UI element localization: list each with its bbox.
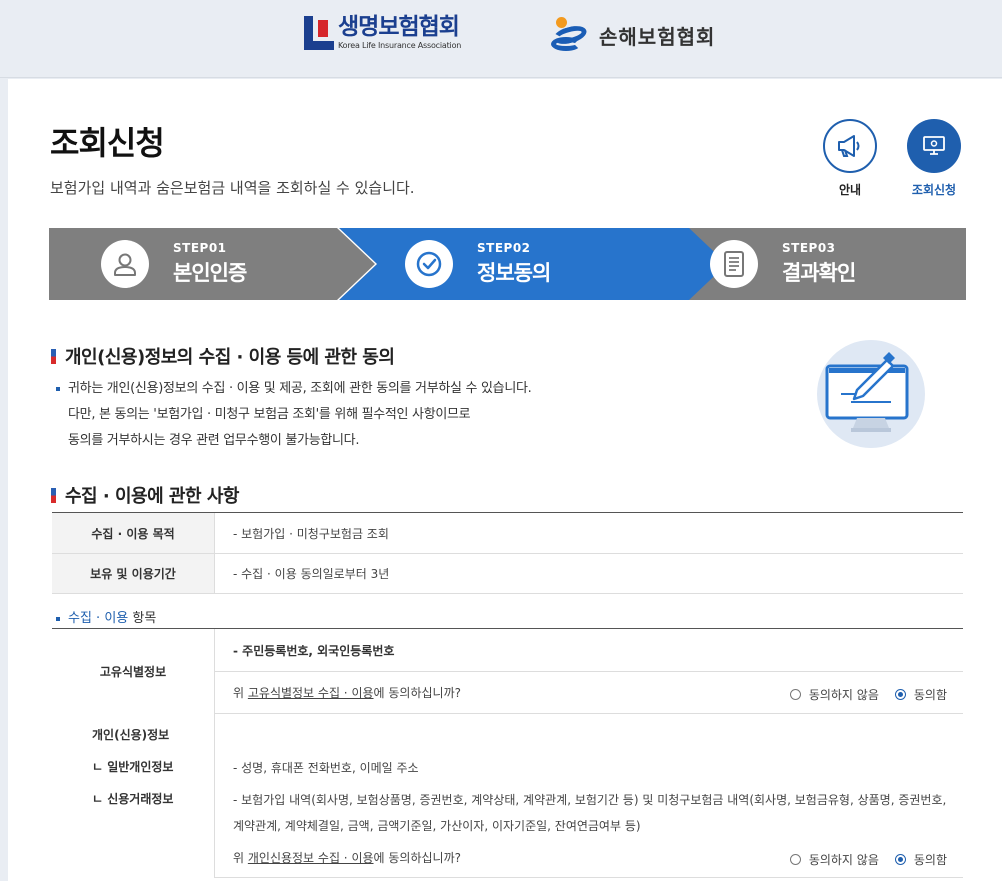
collection-section-title: 수집 · 이용에 관한 사항	[51, 482, 239, 508]
consent-line-1: 귀하는 개인(신용)정보의 수집 · 이용 및 제공, 조회에 관한 동의를 거…	[56, 377, 532, 396]
general-personal-info-value: - 성명, 휴대폰 전화번호, 이메일 주소	[233, 761, 419, 775]
disagree-label: 동의하지 않음	[808, 853, 879, 867]
personal-credit-consent-block: 개인(신용)정보 ㄴ 일반개인정보 ㄴ 신용거래정보 - 성명, 휴대폰 전화번…	[52, 714, 963, 878]
agree-label: 동의함	[913, 688, 947, 702]
question-prefix: 위	[233, 686, 248, 700]
section-marker-icon	[51, 348, 56, 364]
unique-id-agree-option[interactable]: 동의함	[894, 686, 947, 703]
radio-disagree[interactable]	[789, 854, 801, 865]
unique-id-label-cell: 고유식별정보	[52, 629, 215, 714]
consent-section-title: 개인(신용)정보의 수집 · 이용 등에 관한 동의	[51, 343, 395, 369]
credit-transaction-info-value-line1: - 보험가입 내역(회사명, 보험상품명, 증권번호, 계약상태, 계약관계, …	[233, 793, 947, 807]
unique-id-label: 고유식별정보	[99, 665, 167, 679]
collection-items-label-rest: 항목	[128, 611, 157, 626]
personal-credit-question: 위 개인신용정보 수집 · 이용에 동의하십니까?	[233, 849, 461, 866]
bullet-icon	[56, 616, 60, 621]
general-personal-info-label: ㄴ 일반개인정보	[92, 760, 174, 774]
radio-agree[interactable]	[894, 854, 906, 865]
step-2-name: 정보동의	[477, 261, 551, 285]
guide-button[interactable]	[823, 119, 877, 173]
step-1: STEP01 본인인증	[101, 228, 247, 300]
life-insurance-logo-mark	[304, 16, 334, 50]
check-icon	[416, 251, 442, 277]
table-row: 보유 및 이용기간 - 수집 · 이용 동의일로부터 3년	[52, 554, 963, 594]
table-cell: - 보험가입 · 미청구보험금 조회	[233, 526, 389, 541]
personal-credit-question-link[interactable]: 개인신용정보 수집 · 이용	[248, 851, 374, 865]
general-insurance-logo-mark	[551, 17, 591, 53]
step-3-name: 결과확인	[782, 261, 856, 285]
page-title: 조회신청	[50, 124, 165, 162]
step-3-number: STEP03	[782, 241, 836, 255]
question-prefix: 위	[233, 851, 248, 865]
disagree-label: 동의하지 않음	[808, 688, 879, 702]
personal-credit-radio-group: 동의하지 않음 동의함	[774, 851, 947, 868]
general-insurance-association-logo[interactable]: 손해보험협회	[551, 17, 715, 53]
guide-label[interactable]: 안내	[815, 181, 885, 198]
radio-agree[interactable]	[894, 689, 906, 700]
question-suffix: 에 동의하십니까?	[373, 686, 461, 700]
step-2-icon-circle	[405, 240, 453, 288]
collection-items-label: 수집 · 이용 항목	[56, 607, 156, 626]
consent-line-3: 동의를 거부하시는 경우 관련 업무수행이 불가능합니다.	[68, 433, 360, 448]
consent-line-1-text: 귀하는 개인(신용)정보의 수집 · 이용 및 제공, 조회에 관한 동의를 거…	[68, 381, 532, 396]
table-row: 수집 · 이용 목적 - 보험가입 · 미청구보험금 조회	[52, 513, 963, 554]
user-icon	[114, 253, 136, 276]
monitor-pen-illustration-icon	[825, 352, 909, 432]
table-header-cell: 수집 · 이용 목적	[52, 513, 215, 553]
logo1-english-text: Korea Life Insurance Association	[338, 41, 462, 50]
step-3: STEP03 결과확인	[710, 228, 856, 300]
personal-credit-label-cell: 개인(신용)정보 ㄴ 일반개인정보 ㄴ 신용거래정보	[52, 714, 215, 878]
consent-title-text: 개인(신용)정보의 수집 · 이용 등에 관한 동의	[65, 347, 395, 368]
unique-id-value: - 주민등록번호, 외국인등록번호	[233, 643, 395, 658]
step-progress-bar: STEP01 본인인증 STEP02 정보동의 STEP03 결과확인	[49, 228, 966, 300]
monitor-icon	[923, 136, 945, 155]
consent-illustration	[817, 340, 925, 448]
apply-button[interactable]	[907, 119, 961, 173]
section-marker-icon	[51, 487, 56, 503]
page-subtitle: 보험가입 내역과 숨은보험금 내역을 조회하실 수 있습니다.	[50, 179, 415, 197]
unique-id-consent-block: 고유식별정보 - 주민등록번호, 외국인등록번호 위 고유식별정보 수집 · 이…	[52, 628, 963, 714]
collection-items-label-blue: 수집 · 이용	[68, 611, 129, 626]
step-2: STEP02 정보동의	[405, 228, 551, 300]
life-insurance-association-logo[interactable]: 생명보험협회 Korea Life Insurance Association	[304, 16, 461, 50]
radio-disagree[interactable]	[789, 689, 801, 700]
collection-table: 수집 · 이용 목적 - 보험가입 · 미청구보험금 조회 보유 및 이용기간 …	[52, 512, 963, 594]
megaphone-icon	[838, 135, 860, 157]
unique-id-question-link[interactable]: 고유식별정보 수집 · 이용	[248, 686, 374, 700]
logo1-korean-text: 생명보험협회	[338, 14, 460, 40]
table-cell: - 수집 · 이용 동의일로부터 3년	[233, 567, 390, 581]
step-1-icon-circle	[101, 240, 149, 288]
credit-transaction-info-label: ㄴ 신용거래정보	[92, 792, 174, 806]
step-3-icon-circle	[710, 240, 758, 288]
collection-title-text: 수집 · 이용에 관한 사항	[65, 486, 239, 507]
apply-label[interactable]: 조회신청	[899, 181, 969, 198]
personal-credit-agree-option[interactable]: 동의함	[894, 851, 947, 868]
unique-id-question: 위 고유식별정보 수집 · 이용에 동의하십니까?	[233, 684, 461, 701]
credit-transaction-info-value-line2: 계약관계, 계약체결일, 금액, 금액기준일, 가산이자, 이자기준일, 잔여연…	[233, 819, 641, 833]
top-bar: 생명보험협회 Korea Life Insurance Association …	[0, 0, 1002, 78]
personal-credit-content-cell: - 성명, 휴대폰 전화번호, 이메일 주소 - 보험가입 내역(회사명, 보험…	[215, 714, 963, 878]
unique-id-radio-group: 동의하지 않음 동의함	[774, 686, 947, 703]
question-suffix: 에 동의하십니까?	[373, 851, 461, 865]
table-header-cell: 보유 및 이용기간	[52, 554, 215, 593]
step-1-number: STEP01	[173, 241, 227, 255]
bullet-icon	[56, 386, 60, 391]
personal-credit-disagree-option[interactable]: 동의하지 않음	[789, 851, 879, 868]
step-1-name: 본인인증	[173, 261, 247, 285]
logo2-korean-text: 손해보험협회	[599, 24, 716, 49]
unique-id-disagree-option[interactable]: 동의하지 않음	[789, 686, 879, 703]
step-separator-1	[337, 228, 377, 300]
document-icon	[724, 251, 744, 277]
personal-credit-label: 개인(신용)정보	[92, 728, 170, 742]
unique-id-content-cell: - 주민등록번호, 외국인등록번호 위 고유식별정보 수집 · 이용에 동의하십…	[215, 629, 963, 714]
consent-line-2: 다만, 본 동의는 '보험가입 · 미청구 보험금 조회'를 위해 필수적인 사…	[68, 407, 471, 422]
step-2-number: STEP02	[477, 241, 531, 255]
agree-label: 동의함	[913, 853, 947, 867]
